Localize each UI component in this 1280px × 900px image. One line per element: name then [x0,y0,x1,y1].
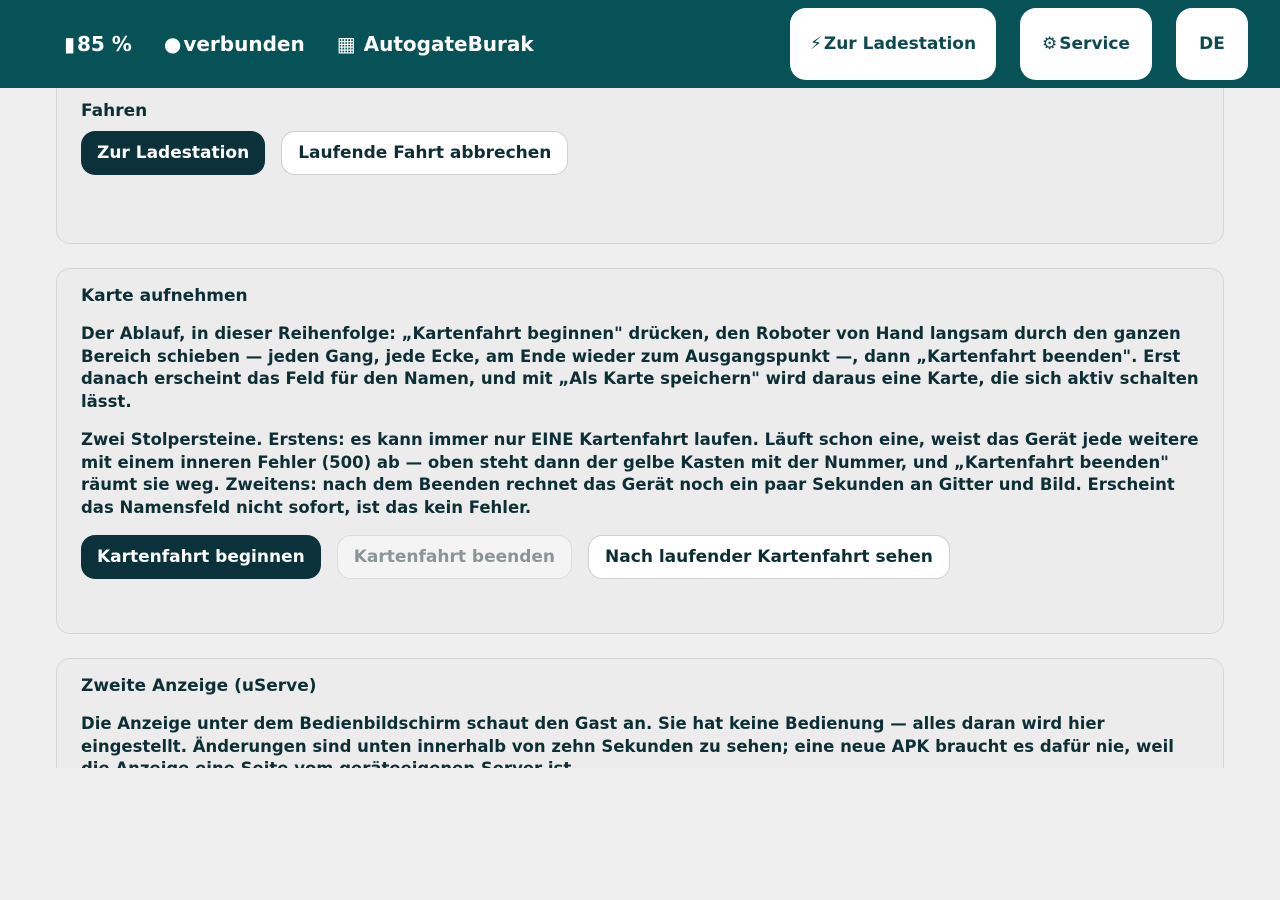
check-mapping-button[interactable]: Nach laufender Kartenfahrt sehen [588,535,950,579]
drive-charge-button[interactable]: Zur Ladestation [81,131,266,175]
status-group: ▮ 85 % ● verbunden ▦ AutogateBurak [64,32,566,56]
header-charge-label: Zur Ladestation [823,34,977,54]
active-map-name: AutogateBurak [363,32,534,56]
header-actions: ⚡ Zur Ladestation ⚙ Service DE [766,8,1280,80]
drive-card: Fahren Zur Ladestation Laufende Fahrt ab… [56,88,1224,244]
active-map: ▦ AutogateBurak [337,32,534,56]
language-button[interactable]: DE [1176,8,1248,80]
language-label: DE [1199,34,1225,54]
mapping-buttons: Kartenfahrt beginnen Kartenfahrt beenden… [81,535,1199,579]
header-charge-button[interactable]: ⚡ Zur Ladestation [790,8,996,80]
second-display-title: Zweite Anzeige (uServe) [81,676,317,696]
mapping-title: Karte aufnehmen [81,286,248,306]
drive-buttons: Zur Ladestation Laufende Fahrt abbrechen [81,131,1199,175]
map-grid-icon: ▦ [336,32,356,56]
main-content[interactable]: Fahren Zur Ladestation Laufende Fahrt ab… [0,88,1280,768]
connected-dot-icon: ● [163,32,182,56]
battery-icon: ▮ [64,32,76,56]
mapping-card: Karte aufnehmen Der Ablauf, in dieser Re… [56,268,1224,634]
stop-mapping-button: Kartenfahrt beenden [336,535,573,579]
battery-value: 85 % [77,32,132,56]
mapping-instructions: Der Ablauf, in dieser Reihenfolge: „Kart… [81,324,1199,411]
drive-title: Fahren [81,101,148,121]
gear-icon: ⚙ [1042,34,1058,54]
second-display-description: Die Anzeige unter dem Bedienbildschirm s… [81,714,1174,768]
top-bar: ▮ 85 % ● verbunden ▦ AutogateBurak ⚡ Zur… [0,0,1280,88]
second-display-card: Zweite Anzeige (uServe) Die Anzeige unte… [56,658,1224,768]
abort-drive-button[interactable]: Laufende Fahrt abbrechen [281,131,569,175]
lightning-icon: ⚡ [809,34,822,54]
service-button[interactable]: ⚙ Service [1020,8,1152,80]
start-mapping-button[interactable]: Kartenfahrt beginnen [81,535,321,579]
mapping-pitfalls: Zwei Stolpersteine. Erstens: es kann imm… [81,430,1199,517]
connection-label: verbunden [183,32,305,56]
service-label: Service [1059,34,1130,54]
battery-status: ▮ 85 % [64,32,132,56]
connection-status: ● verbunden [164,32,305,56]
